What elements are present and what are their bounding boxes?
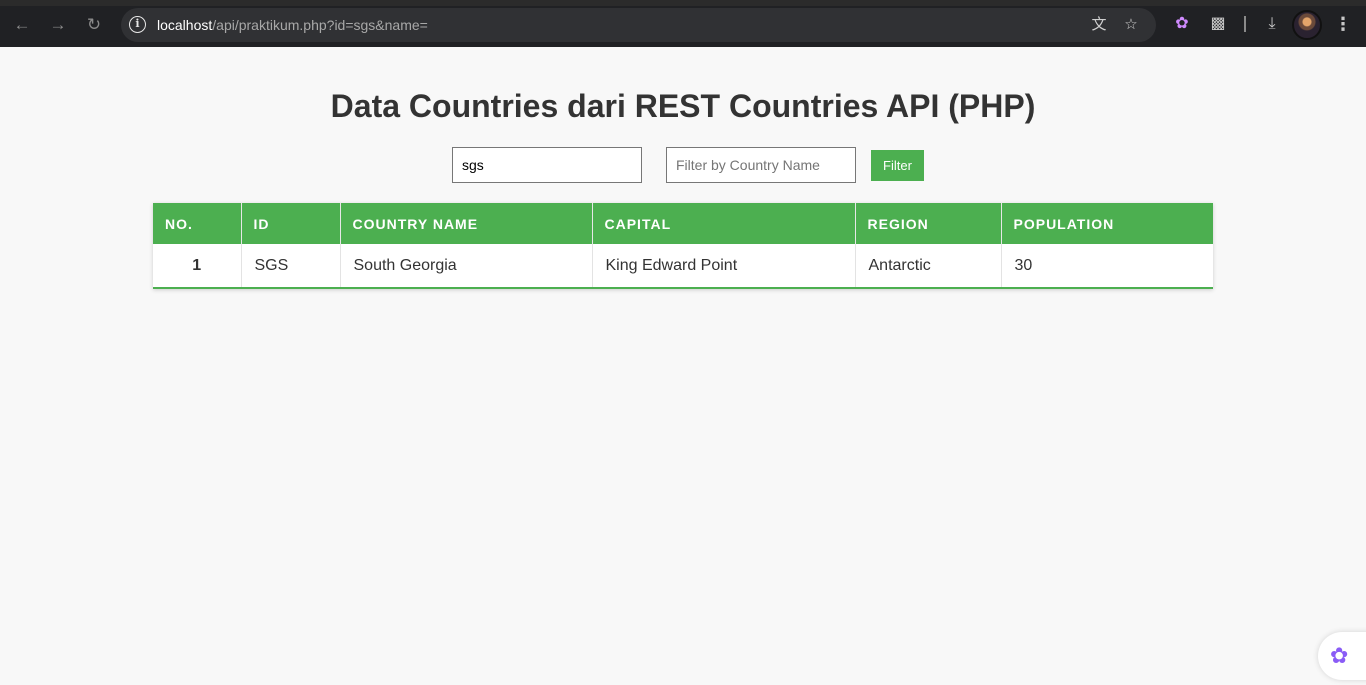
country-name-filter-input[interactable] — [666, 147, 856, 183]
cell-population: 30 — [1001, 244, 1213, 287]
cell-region: Antarctic — [855, 244, 1002, 287]
browser-toolbar: ← → ↻ i localhost/api/praktikum.php?id=s… — [0, 0, 1366, 47]
cell-country-name: South Georgia — [340, 244, 593, 287]
site-info-icon[interactable]: i — [129, 16, 146, 33]
table-row: 1 SGS South Georgia King Edward Point An… — [153, 244, 1213, 287]
puzzle-extensions-icon[interactable]: ▩ — [1207, 13, 1229, 35]
translate-icon[interactable]: 文 — [1089, 15, 1109, 35]
countries-table: NO. ID COUNTRY NAME CAPITAL REGION POPUL… — [153, 203, 1213, 287]
reload-icon[interactable]: ↻ — [83, 14, 105, 36]
floating-extension-button[interactable]: ✿ — [1318, 632, 1366, 680]
url-path: /api/praktikum.php?id=sgs&name= — [212, 17, 428, 33]
url-host: localhost — [157, 17, 213, 33]
header-no: NO. — [153, 203, 242, 244]
header-population: POPULATION — [1001, 203, 1213, 244]
address-bar[interactable]: i localhost/api/praktikum.php?id=sgs&nam… — [121, 8, 1156, 42]
header-region: REGION — [855, 203, 1002, 244]
cell-id: SGS — [241, 244, 341, 287]
back-arrow-icon[interactable]: ← — [11, 14, 33, 36]
toolbar-divider — [1244, 16, 1246, 32]
id-filter-input[interactable] — [452, 147, 642, 183]
kebab-menu-icon[interactable]: ⋮ — [1334, 13, 1352, 35]
header-id: ID — [241, 203, 341, 244]
countries-table-container: NO. ID COUNTRY NAME CAPITAL REGION POPUL… — [153, 203, 1213, 289]
cell-capital: King Edward Point — [592, 244, 856, 287]
header-capital: CAPITAL — [592, 203, 856, 244]
download-icon[interactable]: ⤓ — [1261, 13, 1283, 35]
brain-extension-icon: ✿ — [1330, 643, 1349, 668]
bookmark-star-icon[interactable]: ☆ — [1121, 15, 1141, 35]
brain-extension-icon[interactable]: ✿ — [1171, 13, 1193, 35]
page-title: Data Countries dari REST Countries API (… — [330, 88, 1036, 124]
table-header-row: NO. ID COUNTRY NAME CAPITAL REGION POPUL… — [153, 203, 1213, 244]
header-country-name: COUNTRY NAME — [340, 203, 593, 244]
profile-avatar[interactable] — [1292, 10, 1322, 40]
cell-no: 1 — [153, 244, 242, 287]
forward-arrow-icon[interactable]: → — [47, 14, 69, 36]
url-text[interactable]: localhost/api/praktikum.php?id=sgs&name= — [157, 16, 428, 34]
filter-button[interactable]: Filter — [871, 150, 924, 181]
